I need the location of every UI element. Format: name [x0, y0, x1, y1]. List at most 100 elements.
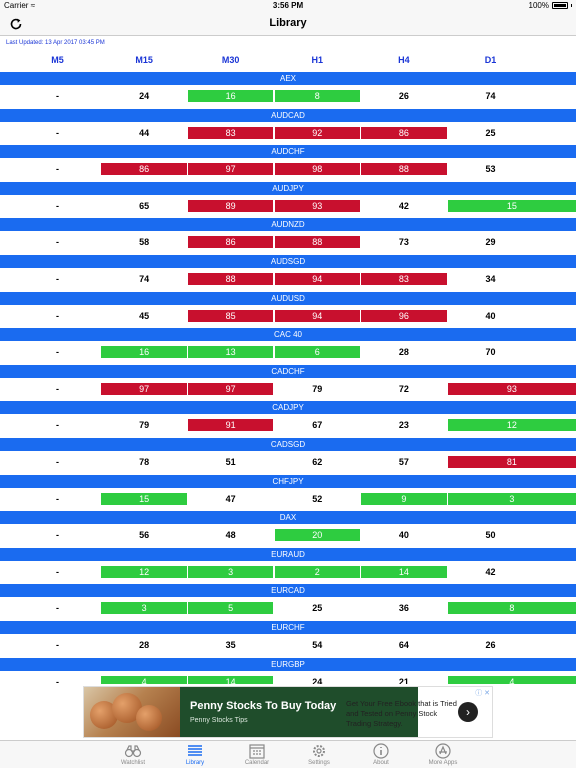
symbol-header: AUDJPY [0, 181, 576, 195]
value-row: - 24 16 8 26 74 [0, 85, 576, 109]
value-cell-h1: 20 [274, 529, 361, 542]
value-cell-h4: 9 [361, 492, 447, 505]
value-row: - 74 88 94 83 34 [0, 268, 576, 292]
value-cell-m30: 5 [187, 602, 274, 615]
value-cell-d1: 81 [447, 455, 576, 468]
table-row[interactable]: AUDJPY - 65 89 93 42 15 [0, 181, 576, 219]
value-cell-h1: 25 [312, 603, 323, 614]
value-cell-h4: 23 [398, 420, 409, 431]
tab-calendar[interactable]: Calendar [226, 743, 288, 766]
ad-arrow-icon[interactable]: › [458, 702, 478, 722]
symbol-header: AUDCHF [0, 145, 576, 159]
list-icon [164, 743, 226, 759]
last-updated-label: Last Updated: 13 Apr 2017 03:45 PM [6, 40, 105, 46]
column-header-h4: H4 [398, 55, 410, 65]
value-cell-h4: 42 [398, 200, 409, 211]
symbol-header: AUDCAD [0, 108, 576, 122]
value-cell-h1: 98 [274, 163, 361, 176]
value-cell-d1: 70 [485, 347, 496, 358]
value-cell-h4: 88 [361, 163, 447, 176]
value-cell-d1: 29 [485, 237, 496, 248]
value-cell-d1: 40 [485, 310, 496, 321]
table-row[interactable]: AUDSGD - 74 88 94 83 34 [0, 254, 576, 292]
table-row[interactable]: CADJPY - 79 91 67 23 12 [0, 401, 576, 438]
value-cell-m15: 74 [139, 273, 150, 284]
value-row: -4 14 24 21 4 [0, 671, 576, 685]
table-row[interactable]: CADCHF - 97 97 79 72 93 [0, 364, 576, 402]
column-header-h1: H1 [311, 55, 324, 65]
value-cell-m5: - [55, 566, 59, 577]
table-row[interactable]: EURCHF - 28 35 54 64 26 [0, 620, 576, 658]
value-cell-m5: - [55, 127, 59, 138]
table-row[interactable]: EURAUD - 12 3 2 14 42 [0, 547, 576, 585]
ad-close-icon[interactable]: ⓘ ✕ [475, 688, 490, 698]
tab-label: More Apps [428, 760, 458, 766]
value-cell-m5: - [55, 639, 59, 650]
binoculars-icon [102, 743, 164, 759]
symbol-header: EURCHF [0, 620, 576, 634]
value-cell-m5: - [55, 91, 59, 101]
value-cell-m15: 78 [139, 456, 150, 467]
table-row[interactable]: AUDCAD - 44 83 92 86 25 [0, 108, 576, 146]
value-cell-d1: 74 [485, 91, 496, 101]
value-cell-m15: 4 [101, 675, 187, 684]
table-row[interactable]: AUDUSD - 45 85 94 96 40 [0, 291, 576, 329]
value-cell-h4: 36 [398, 603, 409, 614]
value-cell-m5: - [55, 603, 59, 614]
value-row: - 15 47 52 9 3 [0, 488, 576, 512]
status-bar: Carrier ≈ 3:56 PM 100% [0, 0, 576, 12]
symbol-header: EURGBP [0, 657, 576, 671]
battery-percent: 100% [528, 1, 549, 10]
tab-watchlist[interactable]: Watchlist [102, 743, 164, 766]
tab-bar: Watchlist Library Calendar Settings About Mor… [0, 740, 576, 768]
ad-body: Get Your Free Ebook that is Tried and Te… [346, 699, 457, 728]
table-row[interactable]: AEX - 24 16 8 26 74 [0, 72, 576, 109]
column-header-d1: D1 [484, 55, 497, 65]
symbol-header: CHFJPY [0, 474, 576, 488]
table-row[interactable]: AUDNZD - 58 86 88 73 29 [0, 218, 576, 255]
table-row[interactable]: EURGBP -4 14 24 21 4 [0, 657, 576, 685]
value-cell-m5: - [55, 420, 59, 431]
value-cell-m5: - [55, 237, 59, 248]
tab-more-apps[interactable]: More Apps [412, 743, 474, 766]
value-cell-m5: - [55, 530, 59, 541]
value-cell-h4: 21 [398, 676, 409, 685]
table-row[interactable]: AUDCHF - 86 97 98 88 53 [0, 145, 576, 182]
value-cell-m15: 97 [101, 382, 187, 395]
ad-banner[interactable]: Penny Stocks To Buy Today Penny Stocks T… [83, 686, 493, 738]
value-cell-m30: 89 [187, 199, 274, 212]
table-row[interactable]: DAX - 56 48 20 40 50 [0, 511, 576, 548]
symbol-header: AEX [0, 72, 576, 85]
tab-library[interactable]: Library [164, 743, 226, 766]
value-cell-m30: 97 [187, 163, 274, 176]
ad-title: Penny Stocks To Buy Today [190, 700, 337, 712]
table-row[interactable]: EURCAD - 3 5 25 36 8 [0, 584, 576, 621]
column-header-m5: M5 [51, 55, 64, 65]
strength-table[interactable]: AEX -24 16 8 26 74 AUDCAD -44 83 92 86 25 AUDCHF -86 9… [0, 72, 576, 684]
tab-label: Calendar [244, 760, 270, 766]
value-cell-h4: 26 [398, 91, 409, 101]
column-headers: M5 M15 M30 H1 H4 D1 [0, 55, 576, 69]
value-cell-h4: 86 [361, 126, 447, 139]
value-cell-h4: 14 [361, 565, 447, 578]
value-cell-m30: 13 [187, 346, 274, 359]
tab-label: Library [185, 760, 205, 766]
value-cell-m5: - [55, 383, 59, 394]
tab-settings[interactable]: Settings [288, 743, 350, 766]
tab-about[interactable]: About [350, 743, 412, 766]
value-row: - 65 89 93 42 15 [0, 195, 576, 219]
value-cell-d1: 93 [447, 382, 576, 395]
table-row[interactable]: CHFJPY - 15 47 52 9 3 [0, 474, 576, 512]
value-row: - 56 48 20 40 50 [0, 524, 576, 548]
value-row: - 3 5 25 36 8 [0, 597, 576, 621]
value-cell-h1: 94 [274, 309, 361, 322]
value-cell-h1: 79 [312, 383, 323, 394]
value-cell-m15: 28 [139, 639, 150, 650]
table-row[interactable]: CAC 40 - 16 13 6 28 70 [0, 328, 576, 365]
value-row: - 97 97 79 72 93 [0, 378, 576, 402]
table-row[interactable]: CADSGD - 78 51 62 57 81 [0, 437, 576, 475]
value-row: - 86 97 98 88 53 [0, 158, 576, 182]
tab-label: About [373, 760, 389, 766]
value-cell-h1: 24 [312, 676, 323, 685]
value-cell-h4: 64 [398, 639, 409, 650]
